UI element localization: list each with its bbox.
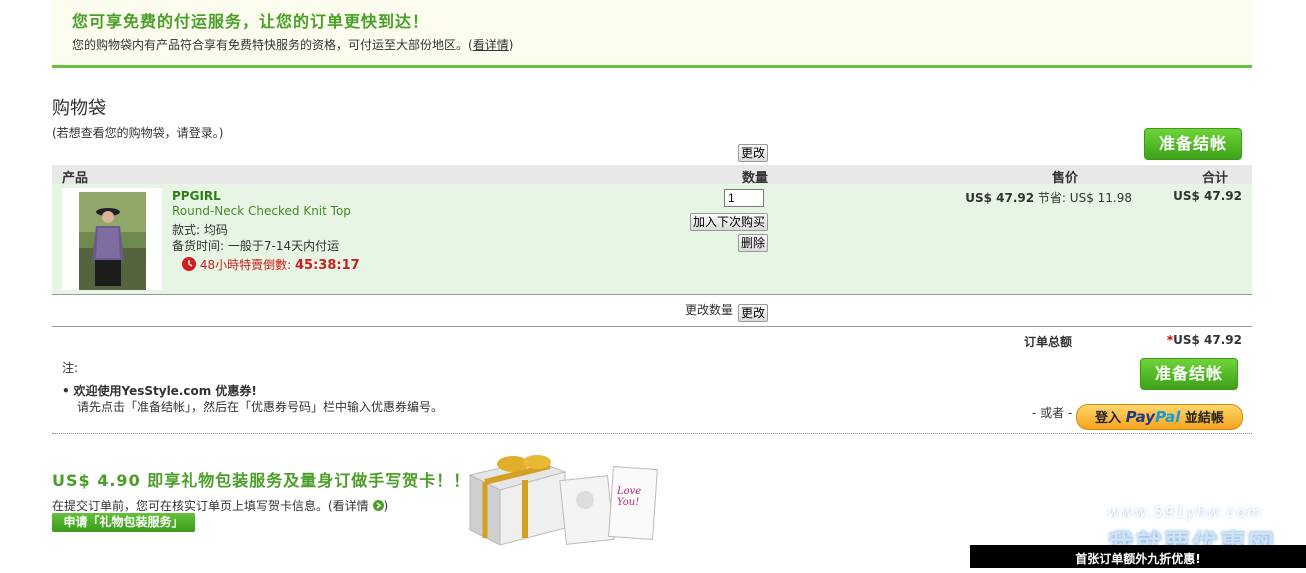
banner-text: 您的购物袋内有产品符合享有免费特快服务的资格，可付运至大部份地区。(看详情) (72, 36, 513, 53)
checkout-button-top[interactable]: 准备结帐 (1144, 128, 1242, 160)
order-total-value: US$ 47.92 (1173, 333, 1242, 347)
banner-title: 您可享免费的付运服务，让您的订单更快到达！ (72, 12, 430, 31)
paypal-prefix: 登入 (1095, 411, 1122, 426)
order-total-label: 订单总额 (1024, 335, 1073, 349)
product-brand-link[interactable]: PPGIRL (172, 189, 221, 203)
watermark-url: www.591yhw.com (1108, 505, 1263, 521)
update-quantity-row: 更改数量 更改 (52, 295, 1252, 327)
gift-wrap-paren-close: ) (383, 499, 389, 513)
gift-wrap-title: US$ 4.90 即享礼物包装服务及量身订做手写贺卡！！ (52, 471, 471, 490)
paypal-suffix: 並結帳 (1184, 411, 1224, 426)
paypal-pal: Pal (1155, 408, 1181, 426)
login-hint: (若想查看您的购物袋，请登录。) (52, 124, 223, 141)
cart-table-header: 产品 数量 售价 合计 (52, 165, 1252, 186)
gift-wrap-apply-button[interactable]: 申请「礼物包装服务」 (52, 513, 195, 532)
gift-wrap-text: 在提交订单前，您可在核实订单页上填写贺卡信息。(看详情 ) (52, 497, 388, 514)
coupon-note: • 欢迎使用YesStyle.com 优惠券! (62, 382, 257, 399)
clock-icon (182, 257, 196, 271)
product-ship-time: 备货时间: 一般于7-14天内付运 (172, 239, 340, 253)
product-variant: 款式: 均码 (172, 223, 228, 237)
first-order-promo-bar[interactable]: 首张订单额外九折优惠! (970, 545, 1306, 568)
order-total: *US$ 47.92 (1112, 333, 1242, 347)
price-value: US$ 47.92 (965, 191, 1035, 205)
checkout-button-bottom[interactable]: 准备结帐 (1140, 358, 1238, 390)
unit-price: US$ 47.92 节省: US$ 11.98 (922, 189, 1132, 206)
bullet-icon: • (62, 384, 70, 398)
order-summary: 订单总额 *US$ 47.92 注: • 欢迎使用YesStyle.com 优惠… (52, 327, 1252, 434)
paypal-checkout-button[interactable]: 登入 PayPal 並結帳 (1076, 404, 1243, 430)
info-arrow-icon[interactable] (372, 500, 384, 511)
gift-box-image: Love You! (465, 450, 665, 548)
coupon-title: 欢迎使用YesStyle.com 优惠券! (73, 384, 257, 398)
note-label: 注: (62, 361, 79, 375)
product-name-link[interactable]: Round-Neck Checked Knit Top (172, 204, 351, 218)
card-text: Love You! (617, 486, 642, 508)
quantity-input[interactable] (724, 189, 764, 207)
or-separator: - 或者 - (1032, 406, 1073, 420)
countdown-time: 45:38:17 (294, 258, 360, 273)
sale-countdown: 48小時特賣倒數: 45:38:17 (182, 256, 360, 273)
update-quantity-label: 更改数量 (685, 303, 734, 317)
product-photo-icon (79, 192, 146, 290)
product-thumbnail[interactable] (62, 188, 162, 290)
delete-button[interactable]: 删除 (738, 234, 769, 252)
banner-details-link[interactable]: 看详情 (473, 38, 509, 52)
banner-paren-close: ) (508, 38, 514, 52)
free-shipping-banner: 您可享免费的付运服务，让您的订单更快到达！ 您的购物袋内有产品符合享有免费特快服… (52, 0, 1252, 68)
paypal-pay: Pay (1125, 408, 1156, 426)
change-button-top[interactable]: 更改 (738, 144, 769, 162)
login-link[interactable]: 登录 (189, 126, 213, 140)
countdown-label: 48小時特賣倒數: (199, 258, 292, 272)
login-hint-suffix: 。) (212, 126, 224, 140)
coupon-text: 请先点击「准备结帐」，然后在「优惠券号码」栏中输入优惠券编号。 (77, 400, 444, 414)
cart-item-row: PPGIRL Round-Neck Checked Knit Top 款式: 均… (52, 184, 1252, 295)
save-for-later-button[interactable]: 加入下次购买 (690, 213, 769, 231)
page-title: 购物袋 (52, 98, 106, 119)
gift-wrap-description: 在提交订单前，您可在核实订单页上填写贺卡信息。(看详情 (52, 499, 369, 513)
paypal-logo-icon: PayPal (1126, 408, 1181, 426)
banner-description: 您的购物袋内有产品符合享有免费特快服务的资格，可付运至大部份地区。 (72, 38, 469, 52)
save-label: 节省: (1037, 191, 1066, 205)
line-total: US$ 47.92 (1173, 189, 1242, 203)
login-hint-prefix: (若想查看您的购物袋，请 (52, 126, 189, 140)
update-quantity-button[interactable]: 更改 (738, 304, 769, 322)
